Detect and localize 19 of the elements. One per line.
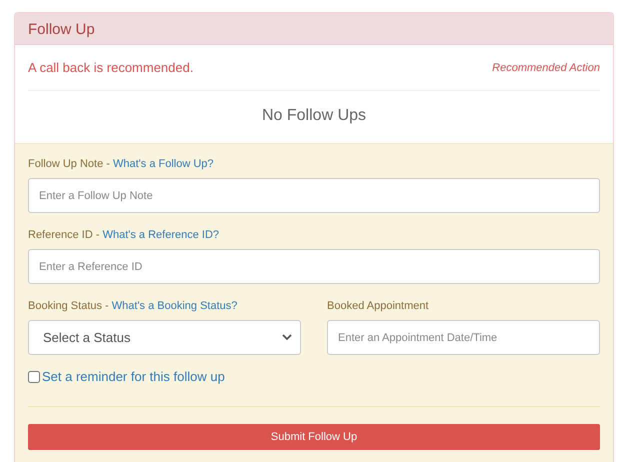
follow-up-note-input[interactable]: Enter a Follow Up Note xyxy=(28,178,600,213)
help-link[interactable]: What's a Reference ID? xyxy=(102,229,220,241)
appointment-input[interactable]: Enter an Appointment Date/Time xyxy=(327,320,600,355)
panel-title: Follow Up xyxy=(15,13,613,45)
help-link[interactable]: What's a Follow Up? xyxy=(112,158,214,170)
submit-button[interactable]: Submit Follow Up xyxy=(28,424,600,450)
field-label: Reference ID - xyxy=(28,229,101,241)
reminder-checkbox[interactable] xyxy=(28,370,40,382)
field-label: Booking Status - xyxy=(28,300,110,312)
reminder-label[interactable]: Set a reminder for this follow up xyxy=(42,369,225,384)
empty-state-text: No Follow Ups xyxy=(260,106,368,126)
booking-status-select[interactable]: Select a Status xyxy=(28,320,301,355)
field-label: Follow Up Note - xyxy=(28,158,111,170)
help-link[interactable]: What's a Booking Status? xyxy=(112,300,238,312)
chevron-down-icon xyxy=(282,334,292,341)
field-label: Booked Appointment xyxy=(327,300,429,312)
recommended-action-label: Recommended Action xyxy=(492,62,600,74)
alert-message: A call back is recommended. xyxy=(28,60,194,75)
reference-id-input[interactable]: Enter a Reference ID xyxy=(28,249,600,284)
